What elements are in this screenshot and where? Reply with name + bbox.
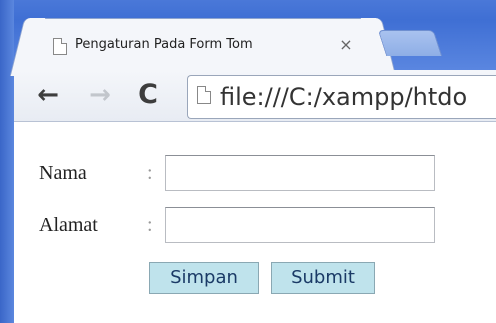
nama-input[interactable] bbox=[165, 155, 435, 191]
nama-colon: : bbox=[147, 162, 153, 184]
new-tab-icon[interactable] bbox=[377, 30, 443, 56]
simpan-button[interactable]: Simpan bbox=[149, 262, 259, 294]
alamat-colon: : bbox=[147, 214, 153, 236]
browser-window: Pengaturan Pada Form Tom × ← → C file://… bbox=[0, 0, 496, 323]
window-frame-left bbox=[0, 0, 14, 323]
tab-title: Pengaturan Pada Form Tom bbox=[75, 37, 325, 57]
back-arrow-icon[interactable]: ← bbox=[34, 80, 62, 110]
reload-icon[interactable]: C bbox=[134, 80, 162, 110]
alamat-input[interactable] bbox=[165, 207, 435, 243]
file-page-icon bbox=[197, 86, 211, 104]
forward-arrow-icon[interactable]: → bbox=[86, 80, 114, 110]
close-tab-icon[interactable]: × bbox=[338, 35, 354, 55]
address-text[interactable]: file:///C:/xampp/htdo bbox=[220, 80, 496, 114]
page-icon bbox=[53, 38, 67, 55]
alamat-label: Alamat bbox=[39, 214, 98, 236]
submit-button[interactable]: Submit bbox=[271, 262, 375, 294]
nama-label: Nama bbox=[39, 162, 87, 184]
